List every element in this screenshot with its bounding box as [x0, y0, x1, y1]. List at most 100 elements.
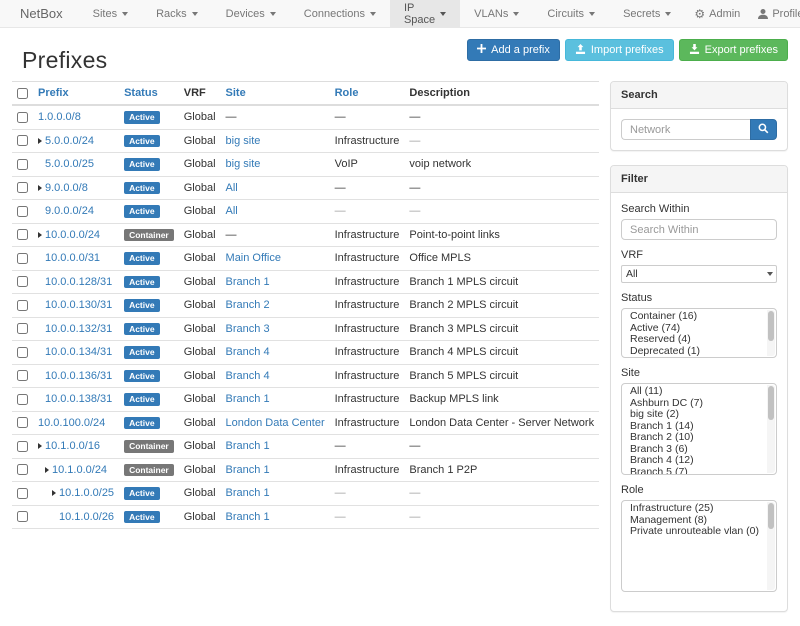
select-all-checkbox[interactable]	[17, 88, 28, 99]
site-link[interactable]: Main Office	[226, 252, 281, 264]
site-link[interactable]: Branch 1	[226, 440, 270, 452]
site-link[interactable]: Branch 1	[226, 464, 270, 476]
listbox-option[interactable]: Branch 2 (10)	[622, 432, 766, 444]
scrollbar[interactable]	[767, 385, 775, 473]
prefix-link[interactable]: 10.0.0.130/31	[45, 299, 112, 311]
profile-label: Profile	[772, 8, 800, 20]
site-link[interactable]: Branch 1	[226, 276, 270, 288]
row-checkbox[interactable]	[17, 229, 28, 240]
site-link[interactable]: Branch 1	[226, 487, 270, 499]
sort-prefix[interactable]: Prefix	[38, 87, 69, 99]
listbox-option[interactable]: Management (8)	[622, 515, 766, 527]
nav-item-secrets[interactable]: Secrets	[609, 0, 685, 27]
listbox-option[interactable]: Reserved (4)	[622, 334, 766, 346]
vrf-select[interactable]: All	[621, 265, 777, 283]
row-checkbox[interactable]	[17, 206, 28, 217]
nav-item-sites[interactable]: Sites	[79, 0, 142, 27]
row-checkbox[interactable]	[17, 488, 28, 499]
admin-link[interactable]: ⚙ Admin	[685, 0, 749, 27]
nav-item-devices[interactable]: Devices	[212, 0, 290, 27]
role-listbox[interactable]: Infrastructure (25)Management (8)Private…	[621, 500, 777, 592]
vrf-value: Global	[184, 111, 216, 123]
site-link[interactable]: Branch 3	[226, 323, 270, 335]
prefix-link[interactable]: 9.0.0.0/8	[45, 182, 88, 194]
row-checkbox[interactable]	[17, 276, 28, 287]
listbox-option[interactable]: Branch 4 (12)	[622, 455, 766, 467]
netbox-brand[interactable]: NetBox	[10, 0, 75, 27]
tree-indent	[38, 281, 45, 282]
site-link[interactable]: Branch 2	[226, 299, 270, 311]
site-link[interactable]: Branch 1	[226, 511, 270, 523]
prefix-link[interactable]: 5.0.0.0/25	[45, 158, 94, 170]
prefix-link[interactable]: 10.0.0.136/31	[45, 370, 112, 382]
import-prefixes-button[interactable]: Import prefixes	[565, 39, 674, 61]
prefix-link[interactable]: 5.0.0.0/24	[45, 135, 94, 147]
site-link[interactable]: Branch 1	[226, 393, 270, 405]
nav-item-vlans[interactable]: VLANs	[460, 0, 533, 27]
vrf-value: Global	[184, 393, 216, 405]
sort-site[interactable]: Site	[226, 87, 246, 99]
profile-link[interactable]: Profile	[749, 0, 800, 27]
search-input[interactable]	[621, 119, 750, 140]
row-checkbox[interactable]	[17, 253, 28, 264]
row-checkbox[interactable]	[17, 135, 28, 146]
prefix-link[interactable]: 1.0.0.0/8	[38, 111, 81, 123]
prefix-link[interactable]: 10.0.100.0/24	[38, 417, 105, 429]
row-checkbox[interactable]	[17, 112, 28, 123]
row-checkbox[interactable]	[17, 182, 28, 193]
scrollbar[interactable]	[767, 310, 775, 356]
status-listbox[interactable]: Container (16)Active (74)Reserved (4)Dep…	[621, 308, 777, 358]
row-checkbox[interactable]	[17, 441, 28, 452]
description-none: —	[409, 487, 420, 499]
listbox-option[interactable]: Infrastructure (25)	[622, 503, 766, 515]
scrollbar[interactable]	[767, 502, 775, 590]
site-link[interactable]: Branch 4	[226, 370, 270, 382]
row-checkbox[interactable]	[17, 159, 28, 170]
search-within-input[interactable]	[621, 219, 777, 240]
prefix-link[interactable]: 10.0.0.134/31	[45, 346, 112, 358]
listbox-option[interactable]: Deprecated (1)	[622, 346, 766, 358]
add-prefix-button[interactable]: Add a prefix	[467, 39, 560, 61]
role-value: Infrastructure	[335, 135, 400, 147]
row-checkbox[interactable]	[17, 347, 28, 358]
row-checkbox[interactable]	[17, 300, 28, 311]
sort-role[interactable]: Role	[335, 87, 359, 99]
listbox-option[interactable]: Private unrouteable vlan (0)	[622, 526, 766, 538]
row-checkbox[interactable]	[17, 323, 28, 334]
nav-item-connections[interactable]: Connections	[290, 0, 390, 27]
prefix-link[interactable]: 10.0.0.138/31	[45, 393, 112, 405]
nav-item-ip-space[interactable]: IP Space	[390, 0, 460, 27]
site-link[interactable]: All	[226, 205, 238, 217]
row-checkbox[interactable]	[17, 464, 28, 475]
prefix-link[interactable]: 9.0.0.0/24	[45, 205, 94, 217]
prefix-link[interactable]: 10.0.0.132/31	[45, 323, 112, 335]
nav-item-racks[interactable]: Racks	[142, 0, 212, 27]
export-prefixes-button[interactable]: Export prefixes	[679, 39, 788, 61]
prefix-link[interactable]: 10.0.0.0/24	[45, 229, 100, 241]
listbox-option[interactable]: All (11)	[622, 386, 766, 398]
row-checkbox[interactable]	[17, 394, 28, 405]
prefix-link[interactable]: 10.1.0.0/24	[52, 464, 107, 476]
row-checkbox[interactable]	[17, 511, 28, 522]
listbox-option[interactable]: big site (2)	[622, 409, 766, 421]
row-checkbox[interactable]	[17, 370, 28, 381]
site-listbox[interactable]: All (11)Ashburn DC (7)big site (2)Branch…	[621, 383, 777, 475]
main-nav: Sites Racks Devices Connections IP Space…	[79, 0, 686, 27]
sort-status[interactable]: Status	[124, 87, 158, 99]
prefix-link[interactable]: 10.1.0.0/25	[59, 487, 114, 499]
listbox-option[interactable]: Container (16)	[622, 311, 766, 323]
nav-item-circuits[interactable]: Circuits	[533, 0, 609, 27]
prefix-link[interactable]: 10.0.0.128/31	[45, 276, 112, 288]
site-link[interactable]: big site	[226, 158, 261, 170]
site-link[interactable]: London Data Center	[226, 417, 325, 429]
listbox-option[interactable]: Branch 5 (7)	[622, 467, 766, 476]
site-link[interactable]: big site	[226, 135, 261, 147]
prefix-link[interactable]: 10.1.0.0/26	[59, 511, 114, 523]
site-link[interactable]: Branch 4	[226, 346, 270, 358]
prefix-link[interactable]: 10.1.0.0/16	[45, 440, 100, 452]
prefix-link[interactable]: 10.0.0.0/31	[45, 252, 100, 264]
row-checkbox[interactable]	[17, 417, 28, 428]
search-button[interactable]	[750, 119, 777, 140]
nav-label: Sites	[93, 8, 117, 20]
site-link[interactable]: All	[226, 182, 238, 194]
